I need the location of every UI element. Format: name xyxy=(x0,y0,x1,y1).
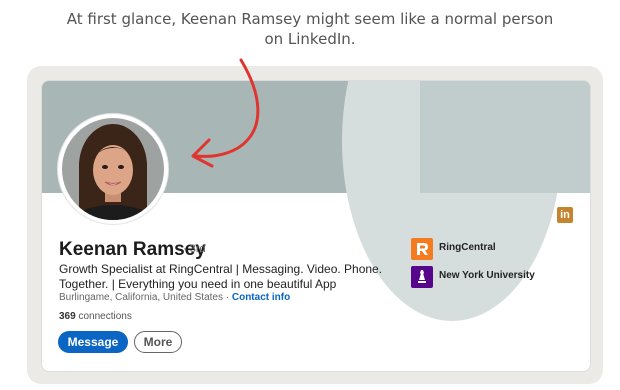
org-label: New York University xyxy=(439,270,535,281)
org-label: RingCentral xyxy=(439,242,496,253)
more-button[interactable]: More xyxy=(134,331,182,353)
contact-info-link[interactable]: Contact info xyxy=(232,292,290,303)
ringcentral-logo xyxy=(411,238,433,260)
connections-count: 369 xyxy=(59,311,76,322)
linkedin-icon[interactable]: in xyxy=(557,207,573,223)
headline-line-2: Together. | Everything you need in one b… xyxy=(59,277,337,291)
connections-label: connections xyxy=(78,311,132,322)
headline-line-1: Growth Specialist at RingCentral | Messa… xyxy=(59,262,383,276)
profile-headline: Growth Specialist at RingCentral | Messa… xyxy=(59,262,389,292)
profile-location-row: Burlingame, California, United States · … xyxy=(59,292,290,303)
nyu-logo xyxy=(411,266,433,288)
connections-count-row: 369 connections xyxy=(59,311,132,322)
profile-location: Burlingame, California, United States · xyxy=(59,292,230,303)
message-button[interactable]: Message xyxy=(58,331,128,353)
connection-degree: · 3rd xyxy=(183,243,206,255)
